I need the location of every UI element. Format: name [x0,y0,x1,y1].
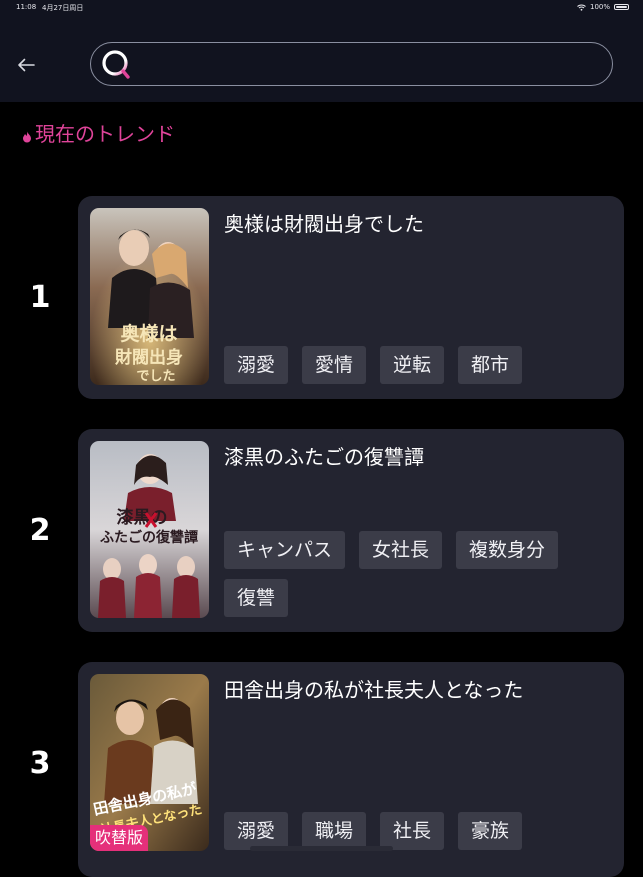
back-button[interactable] [12,52,40,80]
section-title-label: 現在のトレンド [35,121,175,146]
poster-image[interactable]: 漆黒の ふたごの復讐譚 [90,441,209,618]
rank-number: 3 [29,746,51,781]
drama-title: 漆黒のふたごの復讐譚 [224,445,424,469]
tag[interactable]: 豪族 [458,812,523,850]
drama-card[interactable]: 奥様は 財閥出身 でした 奥様は財閥出身でした 溺愛 愛情 逆転 都市 [78,196,624,399]
tag[interactable]: 社長 [380,812,445,850]
tag[interactable]: 女社長 [359,531,443,569]
tag-list: 溺愛 愛情 逆転 都市 [224,346,614,384]
tag[interactable]: 溺愛 [224,346,289,384]
home-indicator [250,846,393,851]
status-right: 100% [577,3,629,11]
drama-title: 田舎出身の私が社長夫人となった [224,678,524,702]
search-box[interactable] [90,42,613,86]
tag[interactable]: 都市 [458,346,523,384]
header [0,16,643,102]
tag[interactable]: 溺愛 [224,812,289,850]
svg-text:でした: でした [136,369,175,384]
flame-icon [22,128,32,142]
battery-percent: 100% [589,3,610,11]
dub-badge: 吹替版 [90,825,149,851]
tag[interactable]: 愛情 [302,346,367,384]
tag[interactable]: 逆転 [380,346,445,384]
rank-number: 2 [29,513,51,548]
status-time: 11:08 [16,3,37,11]
status-date: 4月27日周日 [42,4,84,12]
tag-list: キャンパス 女社長 複数身分 復讐 [224,531,614,617]
tag[interactable]: 復讐 [224,579,289,617]
tag-list: 溺愛 職場 社長 豪族 [224,812,614,850]
poster-image[interactable]: 田舎出身の私が 社長夫人となった 吹替版 [90,674,209,851]
svg-text:漆黒の: 漆黒の [117,507,168,528]
section-title: 現在のトレンド [22,119,175,146]
tag[interactable]: 複数身分 [456,531,559,569]
svg-text:財閥出身: 財閥出身 [114,347,183,368]
wifi-icon [577,4,586,11]
drama-title: 奥様は財閥出身でした [224,212,424,236]
svg-text:ふたごの復讐譚: ふたごの復讐譚 [100,529,198,546]
search-input[interactable] [141,51,595,79]
poster-image[interactable]: 奥様は 財閥出身 でした [90,208,209,385]
tag[interactable]: キャンパス [224,531,346,569]
status-bar: 11:08 4月27日周日 100% [0,0,643,16]
rank-number: 1 [29,280,51,315]
battery-icon [614,4,629,10]
drama-card[interactable]: 漆黒の ふたごの復讐譚 漆黒のふたごの復讐譚 キャンパス 女社長 複数身分 復讐 [78,429,624,632]
drama-card[interactable]: 田舎出身の私が 社長夫人となった 吹替版 田舎出身の私が社長夫人となった 溺愛 … [78,662,624,877]
tag[interactable]: 職場 [302,812,367,850]
poster-title-text: 奥様は [120,322,177,345]
search-icon [99,48,133,82]
arrow-left-icon [17,57,35,76]
